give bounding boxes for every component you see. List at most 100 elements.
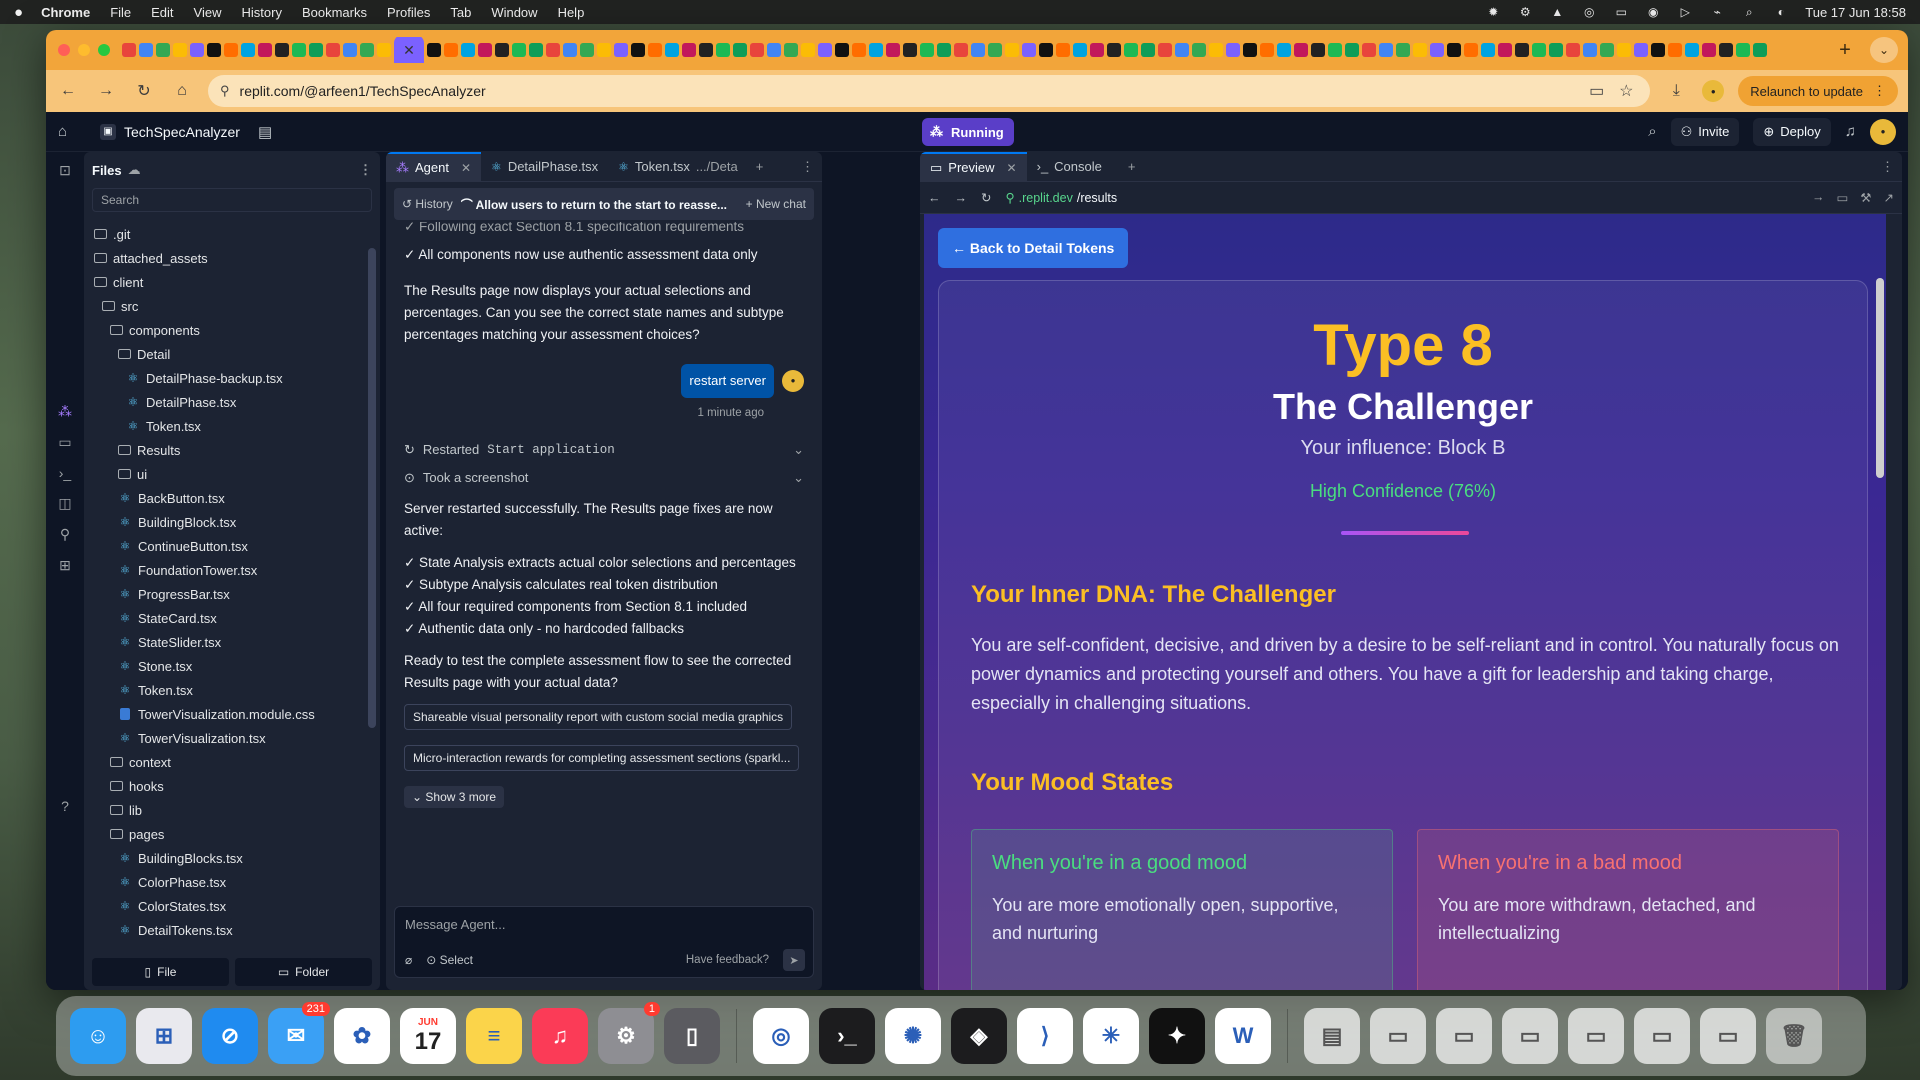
menu-window[interactable]: Window [491, 5, 537, 20]
files-menu-icon[interactable]: ⋮ [359, 162, 372, 178]
pinned-tab-favicon[interactable] [563, 43, 577, 57]
tab-agent[interactable]: ⁂ Agent ✕ [386, 152, 482, 182]
select-element-button[interactable]: ⊙ Select [426, 953, 473, 967]
pinned-tab-favicon[interactable] [1447, 43, 1461, 57]
new-tab-tool-icon[interactable]: ⊡ [59, 162, 71, 179]
pinned-tab-favicon[interactable] [1566, 43, 1580, 57]
tree-file[interactable]: ⚛ DetailPhase-backup.tsx [84, 366, 364, 390]
kebab-menu-icon[interactable]: ⋮ [1873, 83, 1886, 99]
pinned-tab-favicon[interactable] [1005, 43, 1019, 57]
pinned-tab-favicon[interactable] [937, 43, 951, 57]
tree-file[interactable]: ⚛ FoundationTower.tsx [84, 558, 364, 582]
control-center-icon[interactable]: ◐ [1773, 5, 1789, 19]
pinned-tab-favicon[interactable] [241, 43, 255, 57]
agent-tool-icon[interactable]: ⁂ [58, 403, 72, 420]
bookmark-star-icon[interactable]: ☆ [1614, 81, 1638, 101]
preview-back-icon[interactable]: ← [928, 191, 941, 205]
pinned-tab-favicon[interactable] [1464, 43, 1478, 57]
tree-file[interactable]: ⚛ ProgressBar.tsx [84, 582, 364, 606]
user-avatar[interactable]: ● [1870, 118, 1896, 145]
close-window-button[interactable] [58, 44, 70, 56]
attach-icon[interactable]: ⌀ [405, 953, 412, 967]
pinned-tab-favicon[interactable] [343, 43, 357, 57]
cast-icon[interactable]: ▭ [1589, 81, 1604, 101]
window-preview-icon[interactable]: ▭ [1502, 1008, 1558, 1064]
battery-icon[interactable]: ▭ [1613, 5, 1629, 19]
pinned-tab-favicon[interactable] [156, 43, 170, 57]
pinned-tab-favicon[interactable] [1175, 43, 1189, 57]
tree-file[interactable]: ⚛ StateSlider.tsx [84, 630, 364, 654]
pinned-tab-favicon[interactable] [377, 43, 391, 57]
window-preview-icon[interactable]: ▭ [1568, 1008, 1624, 1064]
menu-app-name[interactable]: Chrome [41, 5, 90, 20]
safari-icon[interactable]: ⊘ [202, 1008, 258, 1064]
pinned-tab-favicon[interactable] [1124, 43, 1138, 57]
pinned-tab-favicon[interactable] [1668, 43, 1682, 57]
pinned-tab-favicon[interactable] [1600, 43, 1614, 57]
music-icon[interactable]: ♫ [532, 1008, 588, 1064]
pinned-tab-favicon[interactable] [190, 43, 204, 57]
add-tab-icon[interactable]: + [748, 159, 772, 174]
pinned-tab-favicon[interactable] [1039, 43, 1053, 57]
chat-title[interactable]: ⌒ Allow users to return to the start to … [461, 196, 738, 213]
pinned-tab-favicon[interactable] [1481, 43, 1495, 57]
minimize-window-button[interactable] [78, 44, 90, 56]
tree-file[interactable]: ⚛ Stone.tsx [84, 654, 364, 678]
pinned-tab-favicon[interactable] [224, 43, 238, 57]
pinned-tab-favicon[interactable] [444, 43, 458, 57]
pinned-tab-favicon[interactable] [529, 43, 543, 57]
pinned-tab-favicon[interactable] [954, 43, 968, 57]
calendar-icon[interactable]: JUN 17 [400, 1008, 456, 1064]
tree-file[interactable]: ⚛ DetailTokens.tsx [84, 918, 364, 942]
suggestion-chip[interactable]: Micro-interaction rewards for completing… [404, 745, 800, 771]
preview-reload-icon[interactable]: ↻ [981, 190, 991, 205]
tab-token[interactable]: ⚛ Token.tsx .../Deta [608, 152, 748, 182]
pinned-tab-favicon[interactable] [1226, 43, 1240, 57]
pinned-tab-favicon[interactable] [275, 43, 289, 57]
unity-icon[interactable]: ◈ [951, 1008, 1007, 1064]
database-tool-icon[interactable]: ◫ [58, 495, 71, 512]
pinned-tab-favicon[interactable] [1328, 43, 1342, 57]
pinned-tab-favicon[interactable] [1192, 43, 1206, 57]
new-folder-button[interactable]: ▭ Folder [235, 958, 372, 986]
suggestion-chip[interactable]: Shareable visual personality report with… [404, 704, 793, 730]
tree-file[interactable]: ⚛ ColorPhase.tsx [84, 870, 364, 894]
message-agent-input[interactable]: Message Agent... ⌀ ⊙ Select Have feedbac… [394, 906, 814, 978]
pinned-tab-favicon[interactable] [292, 43, 306, 57]
feedback-link[interactable]: Have feedback? [686, 954, 769, 966]
pinned-tab-favicon[interactable] [1651, 43, 1665, 57]
tab-preview[interactable]: ▭ Preview ✕ [920, 152, 1027, 182]
pinned-tab-favicon[interactable] [988, 43, 1002, 57]
user-icon[interactable]: ◉ [1645, 5, 1661, 19]
chevron-down-icon[interactable]: ⌄ [793, 439, 804, 461]
pinned-tab-favicon[interactable] [1702, 43, 1716, 57]
pinned-tab-favicon[interactable] [1532, 43, 1546, 57]
run-status-button[interactable]: ⁂ Running [922, 118, 1014, 146]
open-external-icon[interactable]: ↗ [1884, 190, 1894, 205]
pinned-tab-favicon[interactable] [614, 43, 628, 57]
history-button[interactable]: ↺ History [402, 197, 453, 211]
settings-icon[interactable]: ⚙ 1 [598, 1002, 660, 1064]
new-file-button[interactable]: ▯ File [92, 958, 229, 986]
site-info-icon[interactable]: ⚲ [220, 83, 230, 99]
tree-folder[interactable]: lib [84, 798, 364, 822]
trash-icon[interactable]: 🗑 [1766, 1008, 1822, 1064]
profile-avatar[interactable]: ● [1702, 80, 1725, 102]
device-icon[interactable]: ▭ [1836, 190, 1848, 205]
tree-file[interactable]: ⚛ StateCard.tsx [84, 606, 364, 630]
pinned-tab-favicon[interactable] [1719, 43, 1733, 57]
pinned-tab-favicon[interactable] [122, 43, 136, 57]
notes-icon[interactable]: ≡ [466, 1008, 522, 1064]
tabs-menu-icon[interactable]: ⋮ [793, 159, 822, 175]
pinned-tab-favicon[interactable] [173, 43, 187, 57]
tree-folder[interactable]: context [84, 750, 364, 774]
claude-icon[interactable]: ✳ [1083, 1008, 1139, 1064]
pinned-tab-favicon[interactable] [1379, 43, 1393, 57]
chrome-icon[interactable]: ◎ [753, 1008, 809, 1064]
archive-icon[interactable]: ▤ [1304, 1008, 1360, 1064]
window-preview-icon[interactable]: ▭ [1436, 1008, 1492, 1064]
menu-view[interactable]: View [194, 5, 222, 20]
pinned-tab-favicon[interactable] [1396, 43, 1410, 57]
reload-icon[interactable]: ↻ [132, 81, 156, 101]
tab-detailphase[interactable]: ⚛ DetailPhase.tsx [481, 152, 608, 182]
